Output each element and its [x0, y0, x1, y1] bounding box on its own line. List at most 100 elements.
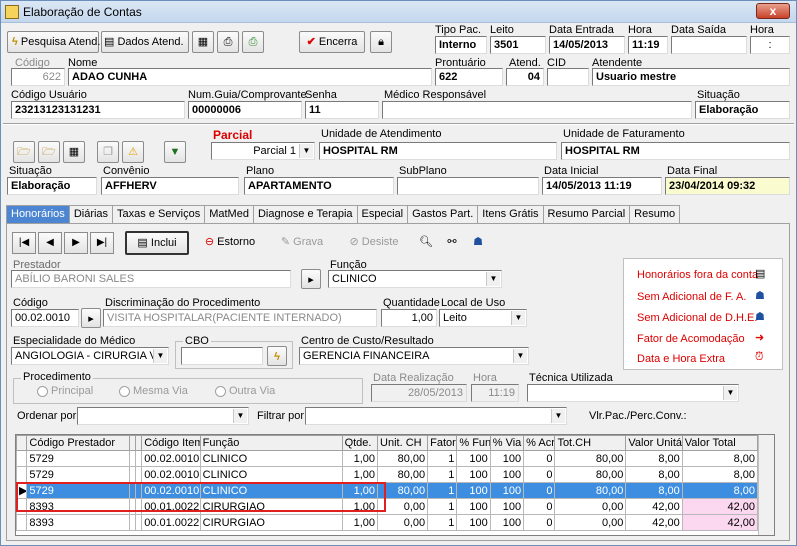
- codigo-field[interactable]: 622: [11, 68, 65, 86]
- cbo-field[interactable]: [181, 347, 263, 365]
- discriminacao-field[interactable]: VISITA HOSPITALAR(PACIENTE INTERNADO): [103, 309, 377, 327]
- unidade-faturamento-field[interactable]: HOSPITAL RM: [561, 142, 790, 160]
- col-valor-total[interactable]: Valor Total: [681, 435, 759, 451]
- grava-button[interactable]: ✎ Grava: [271, 232, 333, 254]
- tecnica-select[interactable]: ▼: [527, 384, 739, 402]
- search-binoculars-button[interactable]: ⚯: [441, 232, 463, 254]
- tab-diagnose[interactable]: Diagnose e Terapia: [252, 205, 358, 223]
- col-pct-acr[interactable]: % Acr: [523, 435, 556, 451]
- data-entrada-field[interactable]: 14/05/2013: [549, 36, 625, 54]
- col-unit-ch[interactable]: Unit. CH: [377, 435, 429, 451]
- nome-field[interactable]: ADAO CUNHA: [68, 68, 432, 86]
- tab-itens-gratis[interactable]: Itens Grátis: [477, 205, 544, 223]
- col-pct-fun[interactable]: % Fun: [456, 435, 491, 451]
- estorno-button[interactable]: ⊖ Estorno: [196, 232, 264, 254]
- codigo-usuario-field[interactable]: 23213123131231: [11, 101, 185, 119]
- close-button[interactable]: x: [756, 3, 790, 19]
- subplano-field[interactable]: [397, 177, 539, 195]
- tab-taxas[interactable]: Taxas e Serviços: [112, 205, 206, 223]
- funcao-select[interactable]: CLINICO ▼: [328, 270, 502, 288]
- open-folder-button[interactable]: 🗁︎: [13, 141, 35, 163]
- data-hora-extra-link[interactable]: Data e Hora Extra: [637, 353, 725, 365]
- data-inicial-field[interactable]: 14/05/2013 11:19: [542, 177, 662, 195]
- quantidade-field[interactable]: 1,00: [381, 309, 437, 327]
- people-button[interactable]: ☗: [467, 232, 489, 254]
- next-record-button[interactable]: ▶: [64, 232, 88, 254]
- lock-button[interactable]: 🔒︎: [370, 31, 392, 53]
- col-valor-unitario[interactable]: Valor Unitário: [625, 435, 683, 451]
- col-qtde[interactable]: Qtde.: [341, 435, 379, 451]
- tab-honorarios[interactable]: Honorários: [6, 205, 70, 223]
- properties-button[interactable]: ▦: [192, 31, 214, 53]
- hora-saida-field[interactable]: :: [750, 36, 790, 54]
- sem-adicional-fa-link[interactable]: Sem Adicional de F. A.: [637, 291, 746, 303]
- tab-matmed[interactable]: MatMed: [204, 205, 254, 223]
- prestador-lookup-button[interactable]: ▸: [301, 269, 321, 289]
- warning-button[interactable]: ⚠: [122, 141, 144, 163]
- radio-outra-via[interactable]: Outra Via: [215, 385, 275, 397]
- codigo-lookup-button[interactable]: ▸: [81, 308, 101, 328]
- open-folder2-button[interactable]: 🗁︎: [38, 141, 60, 163]
- col-tot-ch[interactable]: Tot.CH: [554, 435, 627, 451]
- cid-field[interactable]: [547, 68, 589, 86]
- leito-field[interactable]: 3501: [490, 36, 546, 54]
- col-pct-via[interactable]: % Via: [489, 435, 525, 451]
- grid-scrollbar[interactable]: [758, 435, 774, 535]
- tab-especial[interactable]: Especial: [356, 205, 409, 223]
- col-fator[interactable]: Fator: [427, 435, 458, 451]
- first-record-button[interactable]: |◀: [12, 232, 36, 254]
- table-row[interactable]: 8393 00.01.0022 CIRURGIAO 1,00 0,00 1 100 100 0 0…: [16, 514, 759, 531]
- prestador-field[interactable]: ABÍLIO BARONI SALES: [11, 270, 291, 288]
- atend-field[interactable]: 04: [506, 68, 544, 86]
- senha-field[interactable]: 11: [305, 101, 379, 119]
- radio-mesma-via[interactable]: Mesma Via: [119, 385, 188, 397]
- filter-button[interactable]: ▼: [164, 141, 186, 163]
- table-row[interactable]: 5729 00.02.0010 CLINICO 1,00 80,00 1 100 100 0 80…: [16, 450, 759, 467]
- fator-acomodacao-link[interactable]: Fator de Acomodação: [637, 333, 745, 345]
- encerra-button[interactable]: ✔ Encerra: [299, 31, 365, 53]
- medico-field[interactable]: [382, 101, 692, 119]
- print-button[interactable]: ⎙: [217, 31, 239, 53]
- col-codigo-prestador[interactable]: Código Prestador: [26, 435, 130, 451]
- col-codigo-item[interactable]: Código Item: [141, 435, 201, 451]
- codigo-proc-field[interactable]: 00.02.0010: [11, 309, 79, 327]
- prev-record-button[interactable]: ◀: [38, 232, 62, 254]
- parcial-select[interactable]: Parcial 1 ▼: [211, 142, 315, 160]
- hora-field[interactable]: 11:19: [628, 36, 668, 54]
- zoom-button[interactable]: 🔍︎: [415, 232, 437, 254]
- tab-resumo[interactable]: Resumo: [629, 205, 681, 223]
- atendente-field[interactable]: Usuario mestre: [592, 68, 790, 86]
- pesquisa-atend-button[interactable]: ϟ Pesquisa Atend.: [7, 31, 100, 53]
- tipo-pac-field[interactable]: Interno: [435, 36, 487, 54]
- cbo-lookup-button[interactable]: ϟ: [267, 346, 287, 366]
- data-realizacao-field[interactable]: 28/05/2013: [371, 384, 467, 402]
- convenio-field[interactable]: AFFHERV: [101, 177, 239, 195]
- num-guia-field[interactable]: 00000006: [188, 101, 302, 119]
- especialidade-select[interactable]: ANGIOLOGIA - CIRURGIA VA ▼: [11, 347, 169, 365]
- disabled-button[interactable]: ❐: [97, 141, 119, 163]
- radio-principal[interactable]: Principal: [37, 385, 93, 397]
- honorarios-fora-link[interactable]: Honorários fora da conta: [637, 269, 758, 281]
- centro-custo-select[interactable]: GERENCIA FINANCEIRA ▼: [299, 347, 529, 365]
- conta-situacao-field[interactable]: Elaboração: [7, 177, 97, 195]
- filtrar-select[interactable]: ▼: [305, 407, 567, 425]
- plano-field[interactable]: APARTAMENTO: [244, 177, 394, 195]
- tab-resumo-parcial[interactable]: Resumo Parcial: [542, 205, 631, 223]
- tab-diarias[interactable]: Diárias: [68, 205, 114, 223]
- inclui-button[interactable]: ▤ Inclui: [125, 231, 189, 255]
- data-saida-field[interactable]: [671, 36, 747, 54]
- sem-adicional-dhe-link[interactable]: Sem Adicional de D.H.E.: [637, 312, 757, 324]
- data-final-field[interactable]: 23/04/2014 09:32: [665, 177, 790, 195]
- form-button[interactable]: ▦: [63, 141, 85, 163]
- col-funcao[interactable]: Função: [199, 435, 343, 451]
- prontuario-field[interactable]: 622: [435, 68, 503, 86]
- hora-realizacao-field[interactable]: 11:19: [471, 384, 519, 402]
- print-preview-button[interactable]: ⎙: [242, 31, 264, 53]
- last-record-button[interactable]: ▶|: [90, 232, 114, 254]
- ordenar-select[interactable]: ▼: [77, 407, 249, 425]
- situacao-field[interactable]: Elaboração: [695, 101, 790, 119]
- tab-gastos[interactable]: Gastos Part.: [407, 205, 479, 223]
- unidade-atendimento-field[interactable]: HOSPITAL RM: [319, 142, 557, 160]
- local-uso-select[interactable]: Leito ▼: [439, 309, 527, 327]
- dados-atend-button[interactable]: ▤ Dados Atend.: [101, 31, 189, 53]
